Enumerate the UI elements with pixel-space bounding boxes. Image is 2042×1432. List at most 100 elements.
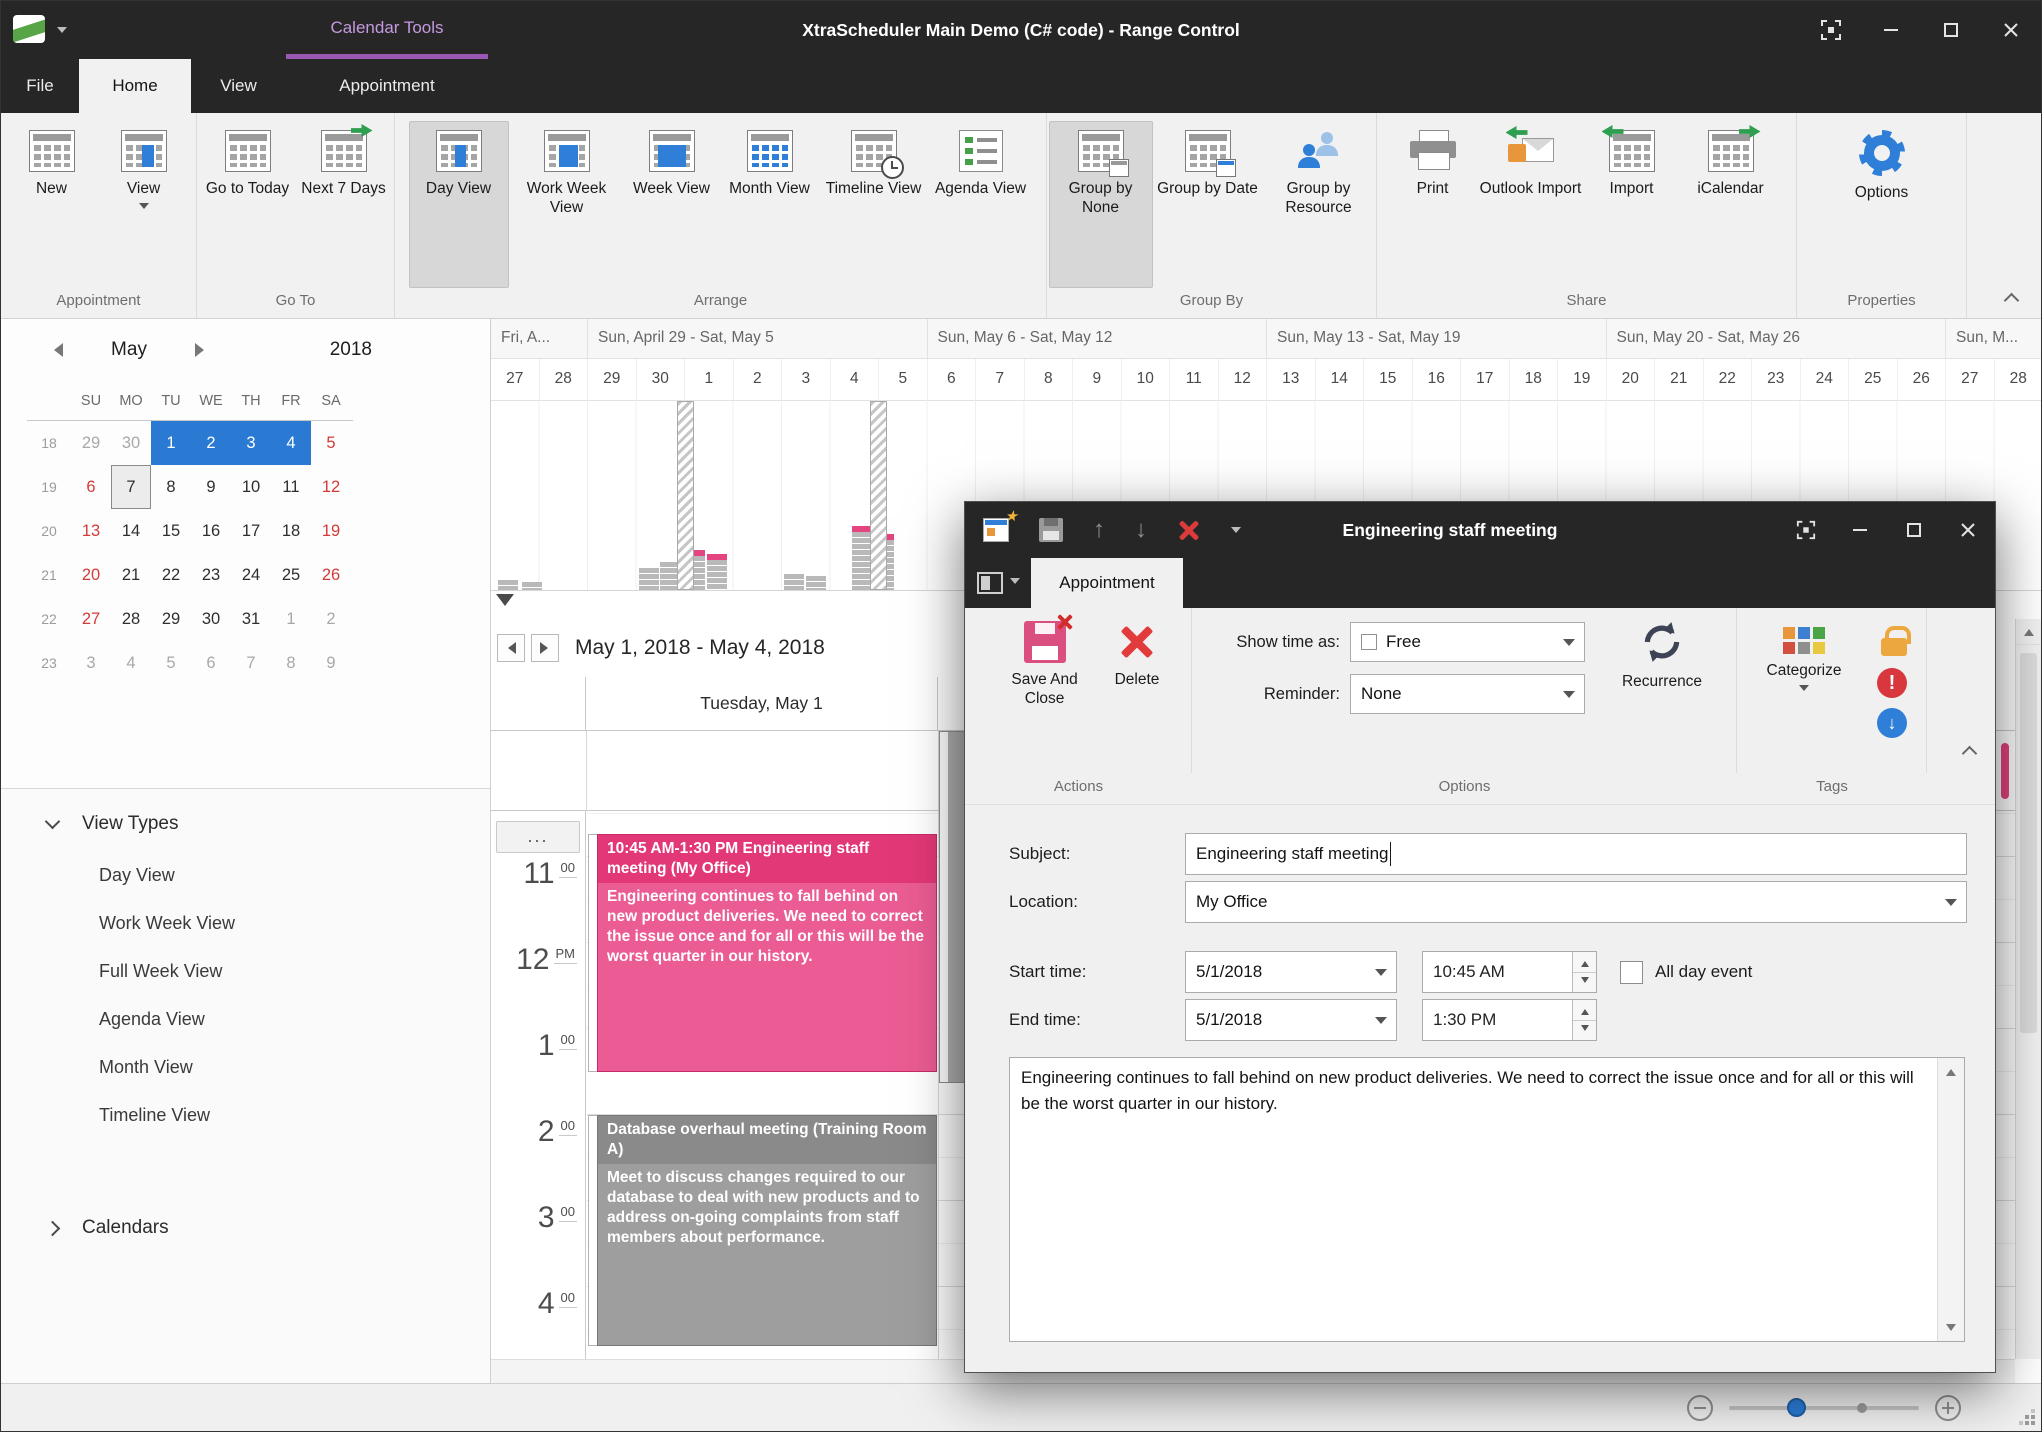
scroll-down-icon[interactable] [1938, 1315, 1964, 1341]
subject-input[interactable]: Engineering staff meeting [1185, 833, 1967, 875]
calendar-day-cell[interactable]: 2 [311, 597, 351, 641]
range-week-header[interactable]: Sun, April 29 - Sat, May 5 [588, 319, 928, 359]
options-button[interactable]: Options [1832, 121, 1932, 288]
zoom-slider-thumb[interactable] [1787, 1398, 1806, 1417]
calendar-day-cell[interactable]: 23 [191, 553, 231, 597]
calendar-day-cell[interactable]: 16 [191, 509, 231, 553]
calendar-day-cell[interactable]: 2 [191, 421, 231, 465]
range-date-cell[interactable]: 21 [1655, 359, 1704, 401]
calendar-day-cell[interactable]: 14 [111, 509, 151, 553]
new-appointment-button[interactable]: New [8, 121, 96, 288]
range-week-header[interactable]: Sun, M... [1946, 319, 2041, 359]
description-scrollbar[interactable] [1937, 1058, 1964, 1341]
more-appointments-button[interactable]: ... [496, 821, 580, 853]
view-type-item[interactable]: Work Week View [1, 899, 490, 947]
group-by-date-button[interactable]: Group by Date [1155, 121, 1261, 288]
prev-period-button[interactable] [497, 634, 525, 662]
calendar-day-cell[interactable]: 9 [191, 465, 231, 509]
range-date-cell[interactable]: 20 [1606, 359, 1655, 401]
calendar-day-cell[interactable]: 29 [151, 597, 191, 641]
calendar-day-cell[interactable]: 10 [231, 465, 271, 509]
dialog-fullscreen-icon[interactable] [1779, 502, 1833, 558]
range-date-cell[interactable]: 1 [685, 359, 734, 401]
spinner-down-icon[interactable] [1573, 1020, 1596, 1040]
calendar-day-cell[interactable]: 13 [71, 509, 111, 553]
tab-home[interactable]: Home [79, 59, 191, 113]
dialog-minimize-icon[interactable] [1833, 502, 1887, 558]
end-time-spinner[interactable]: 1:30 PM [1422, 999, 1597, 1041]
calendar-day-cell[interactable]: 17 [231, 509, 271, 553]
appointment-database-overhaul-meeting[interactable]: Database overhaul meeting (Training Room… [588, 1115, 937, 1346]
scrollbar-thumb[interactable] [2020, 653, 2037, 1033]
range-date-cell[interactable]: 4 [830, 359, 879, 401]
range-date-cell[interactable]: 13 [1267, 359, 1316, 401]
spinner-up-icon[interactable] [1573, 1000, 1596, 1021]
next-period-button[interactable] [531, 634, 559, 662]
recurrence-button[interactable]: Recurrence [1598, 612, 1726, 692]
zoom-out-icon[interactable] [1687, 1395, 1713, 1421]
calendar-day-cell[interactable]: 6 [191, 641, 231, 685]
view-type-item[interactable]: Full Week View [1, 947, 490, 995]
calendar-day-cell[interactable]: 24 [231, 553, 271, 597]
calendar-day-cell[interactable]: 1 [151, 421, 191, 465]
description-textarea[interactable]: Engineering continues to fall behind on … [1009, 1057, 1965, 1342]
calendar-day-cell[interactable]: 3 [71, 641, 111, 685]
zoom-slider[interactable] [1729, 1398, 1919, 1417]
quick-access-dropdown-icon[interactable] [57, 27, 67, 38]
resize-grip[interactable] [2019, 1409, 2035, 1425]
view-type-item[interactable]: Timeline View [1, 1091, 490, 1139]
range-date-cell[interactable]: 12 [1218, 359, 1267, 401]
calendar-day-cell[interactable]: 28 [111, 597, 151, 641]
calendar-day-cell[interactable]: 29 [71, 421, 111, 465]
categorize-button[interactable]: Categorize [1745, 614, 1863, 773]
view-appointment-button[interactable]: View [98, 121, 190, 288]
calendar-day-cell[interactable]: 26 [311, 553, 351, 597]
calendar-day-cell[interactable]: 12 [311, 465, 351, 509]
view-type-item[interactable]: Day View [1, 851, 490, 899]
range-date-cell[interactable]: 25 [1849, 359, 1898, 401]
tab-file[interactable]: File [1, 59, 79, 113]
range-selection-right-thumb[interactable] [870, 401, 887, 590]
range-date-cell[interactable]: 18 [1509, 359, 1558, 401]
range-date-cell[interactable]: 29 [588, 359, 637, 401]
dialog-ribbon-collapse-icon[interactable] [1961, 745, 1978, 762]
calendar-day-cell[interactable]: 9 [311, 641, 351, 685]
calendar-day-cell[interactable]: 15 [151, 509, 191, 553]
range-week-header[interactable]: Sun, May 6 - Sat, May 12 [927, 319, 1267, 359]
next-7-days-button[interactable]: Next 7 Days [297, 121, 391, 288]
range-date-cell[interactable]: 9 [1073, 359, 1122, 401]
save-and-close-button[interactable]: Save And Close [986, 614, 1104, 773]
range-date-cell[interactable]: 8 [1024, 359, 1073, 401]
dialog-close-icon[interactable] [1941, 502, 1995, 558]
calendar-day-cell[interactable]: 30 [111, 421, 151, 465]
timeline-view-button[interactable]: Timeline View [821, 121, 927, 288]
range-date-cell[interactable]: 28 [539, 359, 588, 401]
range-week-header[interactable]: Sun, May 13 - Sat, May 19 [1267, 319, 1607, 359]
reminder-combo[interactable]: None [1350, 674, 1585, 714]
zoom-in-icon[interactable] [1935, 1395, 1961, 1421]
calendar-day-cell[interactable]: 19 [311, 509, 351, 553]
range-date-cell[interactable]: 17 [1461, 359, 1510, 401]
calendar-day-cell[interactable]: 4 [271, 421, 311, 465]
view-types-header[interactable]: View Types [1, 797, 490, 851]
scroll-up-icon[interactable] [1938, 1058, 1964, 1084]
range-week-header[interactable]: Fri, A... [491, 319, 588, 359]
range-date-cell[interactable]: 2 [733, 359, 782, 401]
maximize-icon[interactable] [1921, 1, 1981, 59]
prev-month-icon[interactable] [47, 343, 63, 357]
form-layout-button[interactable] [965, 558, 1031, 608]
app-logo-icon[interactable] [13, 15, 45, 43]
calendar-day-cell[interactable]: 7 [231, 641, 271, 685]
range-date-cell[interactable]: 15 [1364, 359, 1413, 401]
low-importance-icon[interactable] [1877, 708, 1907, 738]
range-date-cell[interactable]: 7 [976, 359, 1025, 401]
range-date-cell[interactable]: 22 [1703, 359, 1752, 401]
ribbon-collapse-icon[interactable] [2003, 292, 2020, 309]
day-view-button[interactable]: Day View [408, 121, 509, 288]
calendar-day-cell[interactable]: 11 [271, 465, 311, 509]
calendar-day-cell[interactable]: 5 [151, 641, 191, 685]
calendar-day-cell[interactable]: 7 [111, 465, 151, 509]
week-view-button[interactable]: Week View [625, 121, 719, 288]
range-date-cell[interactable]: 27 [491, 359, 540, 401]
day-column-header[interactable]: Tuesday, May 1 [586, 677, 938, 730]
